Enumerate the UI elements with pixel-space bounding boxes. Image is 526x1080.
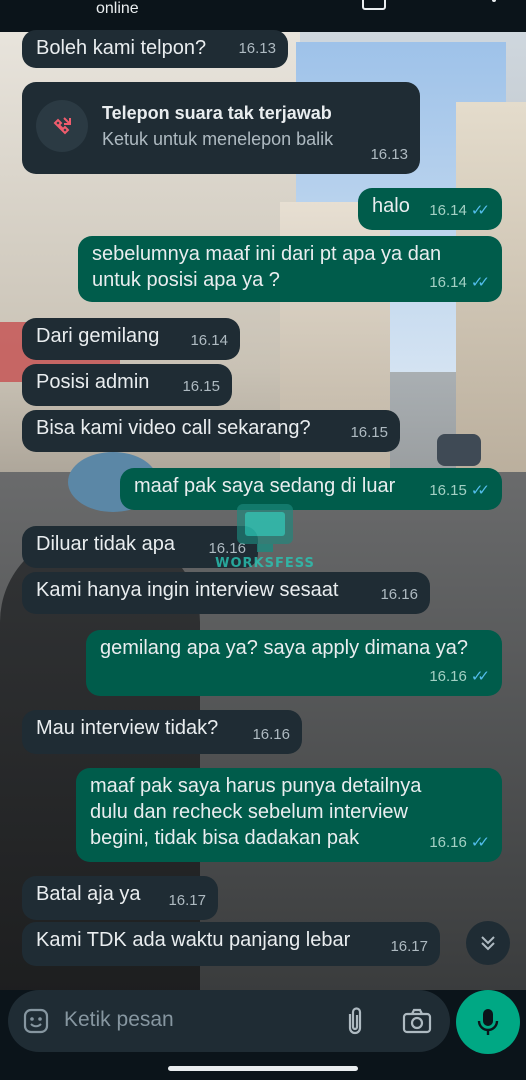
message-input[interactable]: Ketik pesan (8, 990, 450, 1052)
attach-icon[interactable] (344, 1006, 366, 1041)
message-text: Boleh kami telpon? (36, 37, 207, 59)
message-text: sebelumnya maaf ini dari pt apa ya dan u… (92, 243, 442, 291)
message-bubble[interactable]: maaf pak saya harus punya detailnya dulu… (76, 768, 502, 862)
read-ticks-icon: ✓✓ (470, 274, 490, 291)
wallpaper-car (437, 434, 481, 466)
missed-call-icon (36, 100, 88, 152)
scroll-down-icon (481, 936, 495, 951)
message-text: Kami TDK ada waktu panjang lebar (36, 929, 351, 951)
message-input-placeholder: Ketik pesan (64, 1008, 174, 1031)
message-text: Dari gemilang (36, 325, 160, 347)
missed-call-card[interactable]: Telepon suara tak terjawab Ketuk untuk m… (22, 82, 420, 174)
message-time: 16.17 (168, 892, 206, 909)
message-bubble[interactable]: Kami hanya ingin interview sesaat 16.16 (22, 572, 430, 614)
video-call-icon[interactable] (362, 0, 386, 10)
message-time: 16.15 (429, 482, 467, 499)
message-time: 16.15 (350, 424, 388, 441)
message-bubble[interactable]: sebelumnya maaf ini dari pt apa ya dan u… (78, 236, 502, 302)
message-time: 16.13 (238, 40, 276, 57)
message-text: Mau interview tidak? (36, 717, 219, 739)
message-bubble[interactable]: halo 16.14 ✓✓ (358, 188, 502, 230)
message-text: Bisa kami video call sekarang? (36, 417, 311, 439)
message-text: Kami hanya ingin interview sesaat (36, 579, 339, 601)
read-ticks-icon: ✓✓ (470, 668, 490, 685)
message-time: 16.15 (182, 378, 220, 395)
message-bubble[interactable]: Batal aja ya 16.17 (22, 876, 218, 920)
camera-icon[interactable] (402, 1008, 432, 1039)
message-text: Batal aja ya (36, 883, 141, 905)
missed-call-subtitle: Ketuk untuk menelepon balik (102, 129, 334, 149)
message-text: maaf pak saya harus punya detailnya dulu… (90, 775, 422, 849)
read-ticks-icon: ✓✓ (470, 202, 490, 219)
message-time: 16.14 (190, 332, 228, 349)
message-text: Posisi admin (36, 371, 150, 393)
message-bubble[interactable]: Boleh kami telpon? 16.13 (22, 30, 288, 68)
more-options-icon[interactable] (492, 0, 496, 2)
message-time: 16.14 (429, 202, 467, 219)
message-time: 16.16 (429, 834, 467, 851)
message-time: 16.17 (390, 938, 428, 955)
scroll-down-button[interactable] (466, 921, 510, 965)
composer-bar: Ketik pesan (0, 990, 526, 1080)
message-time: 16.16 (380, 586, 418, 603)
message-text: gemilang apa ya? saya apply dimana ya? (100, 637, 469, 659)
message-bubble[interactable]: Mau interview tidak? 16.16 (22, 710, 302, 754)
chat-header: online (0, 0, 526, 32)
worksfess-watermark: WORKSFESS (212, 498, 318, 578)
read-ticks-icon: ✓✓ (470, 834, 490, 851)
mic-button[interactable] (456, 990, 520, 1054)
emoji-icon[interactable] (22, 1007, 50, 1040)
message-bubble[interactable]: gemilang apa ya? saya apply dimana ya? 1… (86, 630, 502, 696)
message-time: 16.13 (370, 146, 408, 163)
message-text: maaf pak saya sedang di luar (134, 475, 396, 497)
watermark-logo-icon (237, 504, 293, 552)
message-time: 16.14 (429, 274, 467, 291)
read-ticks-icon: ✓✓ (470, 482, 490, 499)
message-bubble[interactable]: Bisa kami video call sekarang? 16.15 (22, 410, 400, 452)
message-time: 16.16 (252, 726, 290, 743)
missed-call-title: Telepon suara tak terjawab (102, 103, 332, 123)
mic-icon (477, 1009, 499, 1035)
message-text: halo (372, 195, 410, 217)
message-bubble[interactable]: Kami TDK ada waktu panjang lebar 16.17 (22, 922, 440, 966)
watermark-text: WORKSFESS (215, 556, 315, 571)
message-time: 16.16 (429, 668, 467, 685)
contact-status: online (96, 0, 139, 17)
home-indicator[interactable] (168, 1066, 358, 1071)
message-bubble[interactable]: Posisi admin 16.15 (22, 364, 232, 406)
message-text: Diluar tidak apa (36, 533, 175, 555)
message-bubble[interactable]: Dari gemilang 16.14 (22, 318, 240, 360)
